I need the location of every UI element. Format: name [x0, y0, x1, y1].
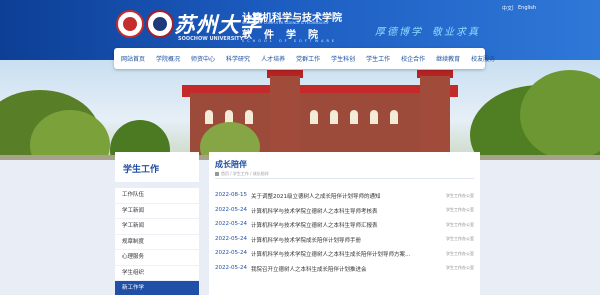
news-title-link[interactable]: 计算机科学与技术学院成长陪伴计划导师手册 [251, 236, 411, 244]
news-category: 学生工作办公室 [446, 221, 474, 227]
content-panel: 成长陪伴 首页 / 学生工作 / 成长陪伴 2022-08-15 关于调整202… [209, 152, 480, 295]
nav-item-about[interactable]: 学院概况 [156, 54, 180, 63]
sidebar-item-news[interactable]: 学工新闻 [115, 203, 199, 219]
breadcrumb: 首页 / 学生工作 / 成长陪伴 [215, 171, 269, 177]
sidebar-title-box: 学生工作 [115, 152, 199, 182]
college-seal-icon [146, 10, 174, 38]
lang-english-link[interactable]: English [518, 5, 536, 11]
nav-item-home[interactable]: 网站首页 [121, 54, 145, 63]
news-category: 学生工作办公室 [446, 207, 474, 212]
news-row[interactable]: 2022-05-24 计算机科学与技术学院立德树人之本科生成长陪伴计划导师方案（… [215, 248, 474, 263]
news-category: 学生工作办公室 [446, 250, 474, 256]
lang-chinese-link[interactable]: 中文 [502, 5, 512, 12]
building-tower [420, 76, 450, 160]
news-row[interactable]: 2022-05-24 计算机科学与技术学院立德树人之本科生导师汇报表 学生工作办… [215, 219, 474, 234]
building-window [310, 110, 318, 124]
home-icon [215, 171, 219, 176]
building-window [330, 110, 338, 124]
nav-item-alumni[interactable]: 校友服务 [471, 54, 495, 63]
campus-banner-image [0, 60, 600, 160]
building-window [350, 110, 358, 124]
sidebar-menu: 工作队伍 学工新闻 学工新闻 规章制度 心理服务 学生组织 新工作学 [115, 188, 199, 295]
news-title-link[interactable]: 计算机科学与技术学院立德树人之本科生导师考核表 [251, 207, 411, 215]
news-row[interactable]: 2022-05-24 我院召开立德树人之本科生成长陪伴计划推进会 学生工作办公室 [215, 263, 474, 278]
nav-item-continuing-ed[interactable]: 继续教育 [436, 54, 460, 63]
news-title-link[interactable]: 关于调整2021级立德树人之成长陪伴计划导师的通知 [251, 192, 411, 200]
building-window [245, 110, 253, 124]
nav-item-faculty[interactable]: 师资中心 [191, 54, 215, 63]
main-nav: 网站首页 学院概况 师资中心 科学研究 人才培养 党群工作 学生科创 学生工作 … [114, 48, 495, 69]
breadcrumb-text[interactable]: 首页 / 学生工作 / 成长陪伴 [221, 171, 269, 176]
building-window [390, 110, 398, 124]
building-tower [270, 76, 300, 160]
news-date: 2022-05-24 [215, 250, 247, 256]
news-title-link[interactable]: 我院召开立德树人之本科生成长陪伴计划推进会 [251, 265, 411, 273]
nav-item-party[interactable]: 党群工作 [296, 54, 320, 63]
news-date: 2022-05-24 [215, 206, 247, 213]
page-title: 成长陪伴 [215, 160, 247, 169]
sidebar-item-team[interactable]: 工作队伍 [115, 188, 199, 204]
building-window [205, 110, 213, 124]
motto-part-1: 厚德博学 [375, 27, 423, 38]
university-name-en: SOOCHOW UNIVERSITY [178, 36, 244, 42]
nav-item-research[interactable]: 科学研究 [226, 54, 250, 63]
news-title-link[interactable]: 计算机科学与技术学院立德树人之本科生成长陪伴计划导师方案（试… [251, 250, 411, 258]
news-date: 2022-05-24 [215, 221, 247, 227]
university-seal-icon [116, 10, 144, 38]
news-row[interactable]: 2022-08-15 关于调整2021级立德树人之成长陪伴计划导师的通知 学生工… [215, 190, 474, 205]
software-school-en: SCHOOL OF SOFTWARE [242, 39, 338, 43]
news-category: 学生工作办公室 [446, 265, 474, 270]
news-category: 学生工作办公室 [446, 236, 474, 241]
news-list: 2022-08-15 关于调整2021级立德树人之成长陪伴计划导师的通知 学生工… [215, 190, 474, 277]
news-row[interactable]: 2022-05-24 计算机科学与技术学院立德树人之本科生导师考核表 学生工作办… [215, 205, 474, 220]
nav-item-education[interactable]: 人才培养 [261, 54, 285, 63]
lang-separator: | [512, 5, 514, 11]
news-category: 学生工作办公室 [446, 192, 474, 198]
sidebar-item-counseling[interactable]: 心理服务 [115, 250, 199, 266]
nav-item-industry[interactable]: 校企合作 [401, 54, 425, 63]
title-divider [215, 178, 474, 179]
sidebar-item-regulations[interactable]: 规章制度 [115, 234, 199, 250]
news-date: 2022-05-24 [215, 235, 247, 242]
nav-item-innovation[interactable]: 学生科创 [331, 54, 355, 63]
news-date: 2022-08-15 [215, 192, 247, 198]
nav-item-student-work[interactable]: 学生工作 [366, 54, 390, 63]
sidebar-item-active[interactable]: 新工作学 [115, 281, 199, 295]
building-window [370, 110, 378, 124]
motto-part-2: 敬业求真 [432, 27, 480, 38]
sidebar-item-news-2[interactable]: 学工新闻 [115, 219, 199, 235]
college-name-en: SCHOOL OF COMPUTER SCIENCE & TECHNOLOGY [242, 21, 329, 25]
news-date: 2022-05-24 [215, 264, 247, 271]
sidebar-item-organizations[interactable]: 学生组织 [115, 265, 199, 281]
news-row[interactable]: 2022-05-24 计算机科学与技术学院成长陪伴计划导师手册 学生工作办公室 [215, 234, 474, 249]
news-title-link[interactable]: 计算机科学与技术学院立德树人之本科生导师汇报表 [251, 221, 411, 229]
sidebar-title: 学生工作 [123, 165, 160, 175]
